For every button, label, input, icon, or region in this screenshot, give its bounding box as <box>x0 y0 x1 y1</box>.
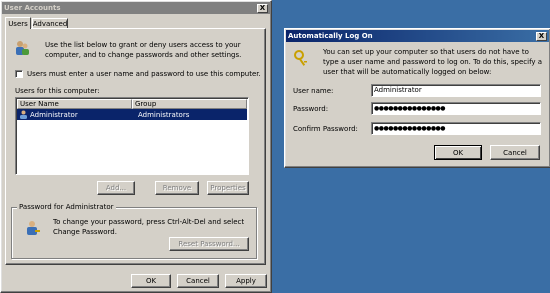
confirm-password-field[interactable]: ●●●●●●●●●●●●●●● <box>371 122 541 135</box>
apply-button[interactable]: Apply <box>225 274 267 288</box>
close-icon[interactable]: X <box>257 3 268 13</box>
auto-logon-description: You can set up your computer so that use… <box>323 48 543 76</box>
require-password-label[interactable]: Users must enter a user name and passwor… <box>27 70 261 78</box>
cancel-button[interactable]: Cancel <box>490 145 540 160</box>
column-header-group[interactable]: Group <box>132 99 247 109</box>
auto-logon-titlebar[interactable]: Automatically Log On X <box>286 30 549 42</box>
auto-logon-dialog: Automatically Log On X You can set up yo… <box>284 28 550 168</box>
password-label: Password: <box>293 105 329 113</box>
user-icon <box>20 110 27 119</box>
table-row[interactable]: Administrator Administrators <box>17 109 247 120</box>
require-password-checkbox[interactable] <box>15 70 23 78</box>
tab-advanced-label: Advanced <box>32 20 68 28</box>
password-field[interactable]: ●●●●●●●●●●●●●●● <box>371 102 541 115</box>
users-for-computer-label: Users for this computer: <box>15 87 100 95</box>
user-key-icon <box>27 221 40 235</box>
tab-users[interactable]: Users <box>5 17 31 29</box>
confirm-password-label: Confirm Password: <box>293 125 358 133</box>
key-icon <box>294 50 307 66</box>
ok-button[interactable]: OK <box>434 145 482 160</box>
dialog-title: Automatically Log On <box>288 32 373 40</box>
username-label: User name: <box>293 87 334 95</box>
add-user-button[interactable]: Add... <box>97 181 135 195</box>
user-accounts-window: User Accounts X Users Advanced Use the l… <box>0 0 272 293</box>
row-user-name: Administrator <box>30 110 78 119</box>
password-group-label: Password for Administrator <box>17 203 116 211</box>
properties-button[interactable]: Properties <box>207 181 249 195</box>
ok-button[interactable]: OK <box>131 274 171 288</box>
tab-users-label: Users <box>8 19 28 28</box>
reset-password-button[interactable]: Reset Password... <box>169 237 249 251</box>
password-help-text: To change your password, press Ctrl-Alt-… <box>53 218 245 236</box>
column-header-user-name[interactable]: User Name <box>17 99 132 109</box>
window-title: User Accounts <box>4 4 61 12</box>
username-field[interactable]: Administrator <box>371 84 541 97</box>
remove-user-button[interactable]: Remove <box>155 181 199 195</box>
users-list[interactable]: User Name Group Administrator Administra… <box>15 97 249 175</box>
cancel-button[interactable]: Cancel <box>177 274 219 288</box>
list-header: User Name Group <box>17 99 247 109</box>
users-icon <box>16 41 29 55</box>
user-accounts-titlebar[interactable]: User Accounts X <box>2 2 270 14</box>
close-icon[interactable]: X <box>536 31 547 41</box>
row-group: Administrators <box>138 110 190 119</box>
intro-text: Use the list below to grant or deny user… <box>45 41 242 59</box>
